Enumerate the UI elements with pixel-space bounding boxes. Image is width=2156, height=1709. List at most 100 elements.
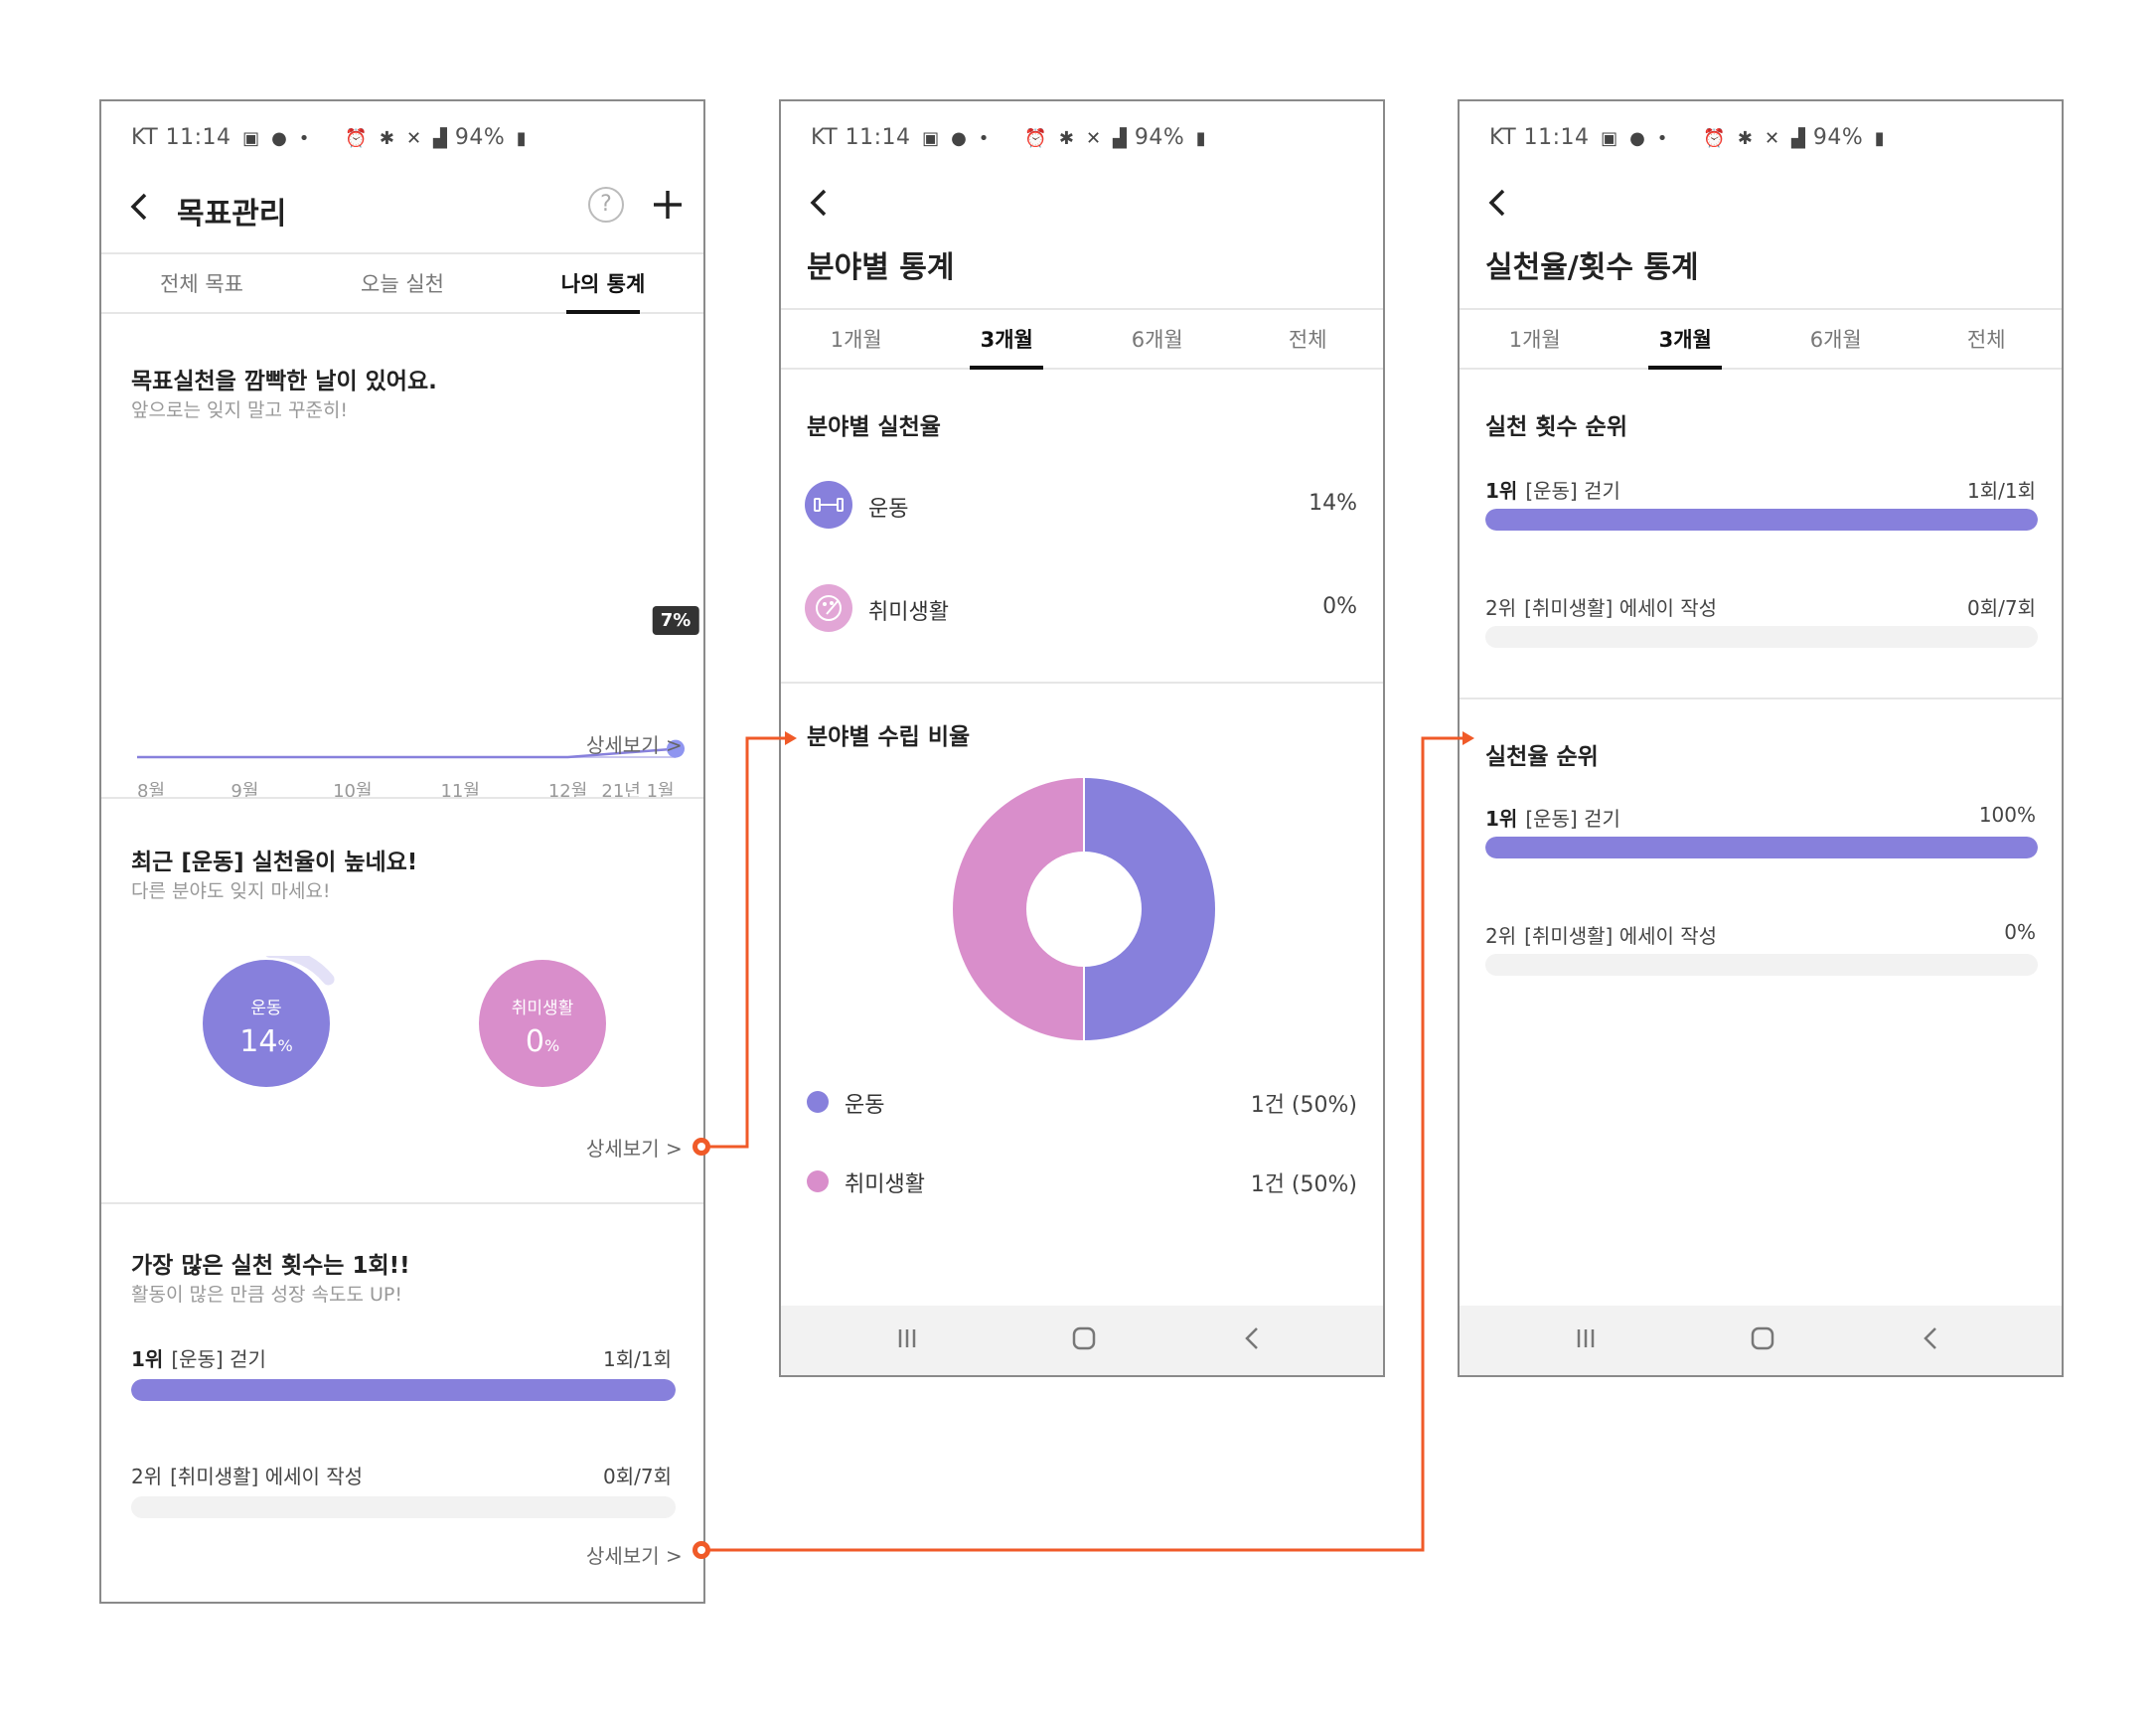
legend-hobby-name: 취미생활	[845, 1172, 925, 1197]
alarm-icon: ⏰	[1024, 128, 1048, 149]
section-divider	[101, 797, 703, 799]
tab-all-goals[interactable]: 전체 목표	[101, 254, 302, 312]
system-back-button[interactable]	[1917, 1323, 1946, 1353]
tab-my-stats[interactable]: 나의 통계	[503, 254, 703, 312]
system-back-button[interactable]	[1238, 1323, 1268, 1353]
message-icon: ●	[271, 128, 288, 149]
legend-dot-hobby	[807, 1170, 829, 1192]
streak-more-link[interactable]: 상세보기 >	[586, 729, 683, 758]
count-rank-1-value: 1회/1회	[1967, 479, 2036, 503]
dot-icon: •	[978, 128, 990, 149]
page-title: 실천율/횟수 통계	[1485, 250, 1699, 285]
back-button[interactable]	[125, 187, 155, 227]
dumbbell-icon	[805, 481, 852, 529]
count-rank-2-value: 0회/7회	[1967, 596, 2036, 620]
section-divider	[781, 682, 1383, 684]
section-divider	[1460, 698, 2062, 699]
x-tick-label: 11월	[440, 781, 480, 802]
screen-goal-management: KT 11:14 ▣ ● • ⏰ ✱ ✕ ▟ 94% ▮ 목표관리 ? 전체 목…	[99, 99, 705, 1604]
lte-signal-icon: ▟	[1113, 128, 1128, 149]
rate-hobby-name: 취미생활	[868, 600, 949, 625]
category-more-link[interactable]: 상세보기 >	[586, 1133, 683, 1162]
tab-3-months[interactable]: 3개월	[932, 310, 1083, 368]
alarm-icon: ⏰	[1703, 128, 1727, 149]
period-tab-bar: 1개월 3개월 6개월 전체	[1460, 308, 2062, 370]
exercise-pct: 14	[239, 1024, 278, 1059]
x-tick-label: 9월	[231, 781, 259, 802]
rank-1-value: 1회/1회	[603, 1347, 672, 1371]
status-bar: KT 11:14 ▣ ● • ⏰ ✱ ✕ ▟ 94% ▮	[131, 125, 527, 150]
tab-3-months[interactable]: 3개월	[1611, 310, 1762, 368]
back-button[interactable]	[805, 183, 835, 223]
legend-exercise-name: 운동	[845, 1093, 885, 1118]
tab-today[interactable]: 오늘 실천	[302, 254, 503, 312]
rank-2-bar	[131, 1496, 676, 1518]
count-rank-1-bar	[1485, 509, 2038, 531]
bluetooth-icon: ✱	[1737, 128, 1754, 149]
count-rank-1-bar-fill	[1485, 509, 2038, 531]
page-title: 분야별 통계	[807, 250, 955, 285]
tab-6-months[interactable]: 6개월	[1082, 310, 1233, 368]
recent-apps-button[interactable]	[892, 1323, 922, 1353]
battery-icon: ▮	[1874, 128, 1886, 149]
carrier-time: KT 11:14	[1489, 125, 1590, 150]
x-tick-label: 10월	[333, 781, 373, 802]
rate-title: 분야별 실천율	[807, 414, 941, 440]
exercise-rate-circle: 운동 14%	[203, 960, 330, 1087]
recent-apps-icon	[898, 1329, 916, 1347]
x-tick-label: 12월	[547, 781, 588, 802]
screen-category-stats: KT 11:14 ▣ ● • ⏰ ✱ ✕ ▟ 94% ▮ 분야별 통계 1개월 …	[779, 99, 1385, 1377]
message-icon: ●	[951, 128, 968, 149]
legend-dot-exercise	[807, 1091, 829, 1113]
add-goal-button[interactable]	[648, 185, 688, 225]
battery-level: 94%	[1812, 125, 1864, 150]
hobby-label: 취미생활	[511, 999, 574, 1018]
rate-rank-1-bar	[1485, 837, 2038, 858]
rank-1-bar-fill	[131, 1379, 676, 1401]
count-subtitle: 활동이 많은 만큼 성장 속도도 UP!	[131, 1284, 402, 1306]
carrier-time: KT 11:14	[131, 125, 231, 150]
home-button[interactable]	[1748, 1323, 1777, 1353]
back-button[interactable]	[1483, 183, 1513, 223]
tab-1-month[interactable]: 1개월	[1460, 310, 1611, 368]
rate-rank-1-bar-fill	[1485, 837, 2038, 858]
mute-icon: ✕	[1764, 128, 1780, 149]
tab-6-months[interactable]: 6개월	[1761, 310, 1912, 368]
help-icon[interactable]: ?	[588, 187, 624, 223]
count-rank-2-label: 2위 [취미생활] 에세이 작성	[1485, 596, 1718, 620]
chevron-left-icon	[1924, 1327, 1936, 1349]
lte-signal-icon: ▟	[1791, 128, 1806, 149]
palette-icon	[805, 584, 852, 632]
status-bar: KT 11:14 ▣ ● • ⏰ ✱ ✕ ▟ 94% ▮	[1489, 125, 1885, 150]
lte-signal-icon: ▟	[433, 128, 448, 149]
home-button[interactable]	[1069, 1323, 1099, 1353]
legend-exercise-value: 1건 (50%)	[1250, 1093, 1357, 1118]
battery-icon: ▮	[516, 128, 528, 149]
rank-2-value: 0회/7회	[603, 1465, 672, 1488]
battery-level: 94%	[1134, 125, 1185, 150]
bluetooth-icon: ✱	[379, 128, 395, 149]
count-rank-title: 실천 횟수 순위	[1485, 414, 1627, 440]
rate-rank-2-value: 0%	[2004, 920, 2036, 944]
streak-title: 목표실천을 깜빡한 날이 있어요.	[131, 369, 437, 394]
chart-tooltip: 7%	[652, 606, 699, 635]
home-icon	[1072, 1326, 1096, 1350]
connector-to-category-stats	[707, 736, 785, 1149]
image-icon: ▣	[922, 128, 940, 149]
rate-rank-1-value: 100%	[1978, 803, 2036, 827]
rate-hobby-value: 0%	[1322, 594, 1357, 619]
image-icon: ▣	[1601, 128, 1618, 149]
tab-1-month[interactable]: 1개월	[781, 310, 932, 368]
hobby-pct: 0	[525, 1024, 544, 1059]
tab-all[interactable]: 전체	[1233, 310, 1384, 368]
mute-icon: ✕	[1085, 128, 1102, 149]
count-more-link[interactable]: 상세보기 >	[586, 1540, 683, 1569]
streak-subtitle: 앞으로는 잊지 말고 꾸준히!	[131, 399, 349, 421]
tab-all[interactable]: 전체	[1912, 310, 2063, 368]
count-title: 가장 많은 실천 횟수는 1회!!	[131, 1253, 410, 1279]
battery-level: 94%	[454, 125, 506, 150]
chevron-left-icon	[810, 189, 827, 217]
recent-apps-button[interactable]	[1571, 1323, 1601, 1353]
section-divider	[101, 1202, 703, 1204]
battery-icon: ▮	[1195, 128, 1207, 149]
